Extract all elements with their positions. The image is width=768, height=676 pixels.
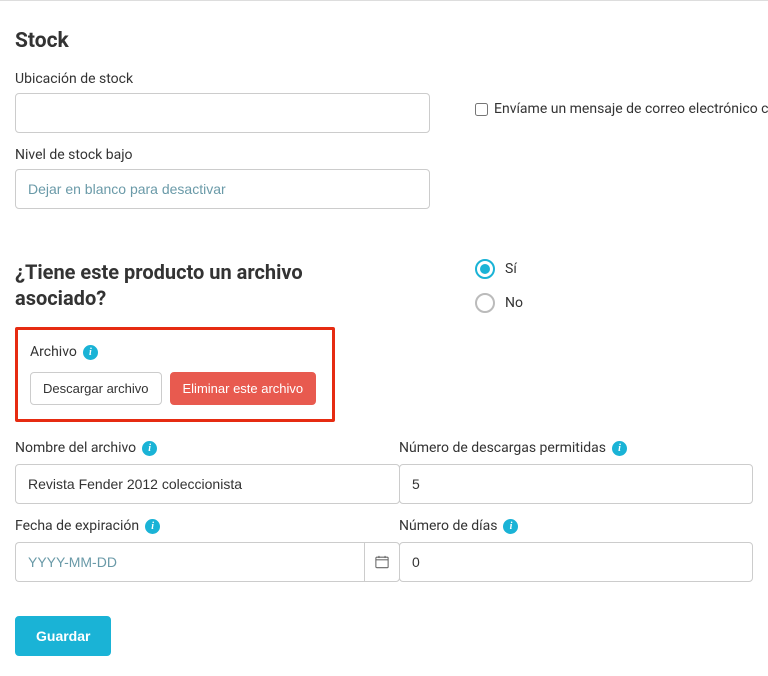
expiration-date-input[interactable] xyxy=(15,542,364,582)
stock-location-input[interactable] xyxy=(15,93,430,133)
info-icon[interactable]: i xyxy=(142,441,157,456)
radio-icon xyxy=(475,259,495,279)
num-days-label: Número de días xyxy=(399,518,497,534)
num-days-input[interactable] xyxy=(399,542,753,582)
info-icon[interactable]: i xyxy=(83,345,98,360)
stock-location-label: Ubicación de stock xyxy=(15,71,445,87)
radio-option-yes[interactable]: Sí xyxy=(475,259,753,279)
downloads-allowed-input[interactable] xyxy=(399,464,753,504)
file-question-heading: ¿Tiene este producto un archivo asociado… xyxy=(15,259,335,311)
archivo-highlight-box: Archivo i Descargar archivo Eliminar est… xyxy=(15,327,335,422)
radio-yes-label: Sí xyxy=(505,261,517,277)
radio-option-no[interactable]: No xyxy=(475,293,753,313)
filename-label: Nombre del archivo xyxy=(15,440,136,456)
radio-icon xyxy=(475,293,495,313)
save-button[interactable]: Guardar xyxy=(15,616,111,656)
email-notification-checkbox[interactable] xyxy=(475,103,488,116)
calendar-icon[interactable] xyxy=(364,542,400,582)
stock-heading: Stock xyxy=(15,29,753,53)
filename-input[interactable] xyxy=(15,464,400,504)
product-form: Stock Ubicación de stock Nivel de stock … xyxy=(0,0,768,676)
delete-file-button[interactable]: Eliminar este archivo xyxy=(170,372,317,405)
download-file-button[interactable]: Descargar archivo xyxy=(30,372,162,405)
info-icon[interactable]: i xyxy=(612,441,627,456)
email-notification-label: Envíame un mensaje de correo electrónico… xyxy=(494,101,768,117)
info-icon[interactable]: i xyxy=(503,519,518,534)
expiration-date-label: Fecha de expiración xyxy=(15,518,139,534)
info-icon[interactable]: i xyxy=(145,519,160,534)
low-stock-input[interactable] xyxy=(15,169,430,209)
downloads-allowed-label: Número de descargas permitidas xyxy=(399,440,606,456)
radio-no-label: No xyxy=(505,295,523,311)
low-stock-label: Nivel de stock bajo xyxy=(15,147,445,163)
archivo-label: Archivo xyxy=(30,344,77,360)
